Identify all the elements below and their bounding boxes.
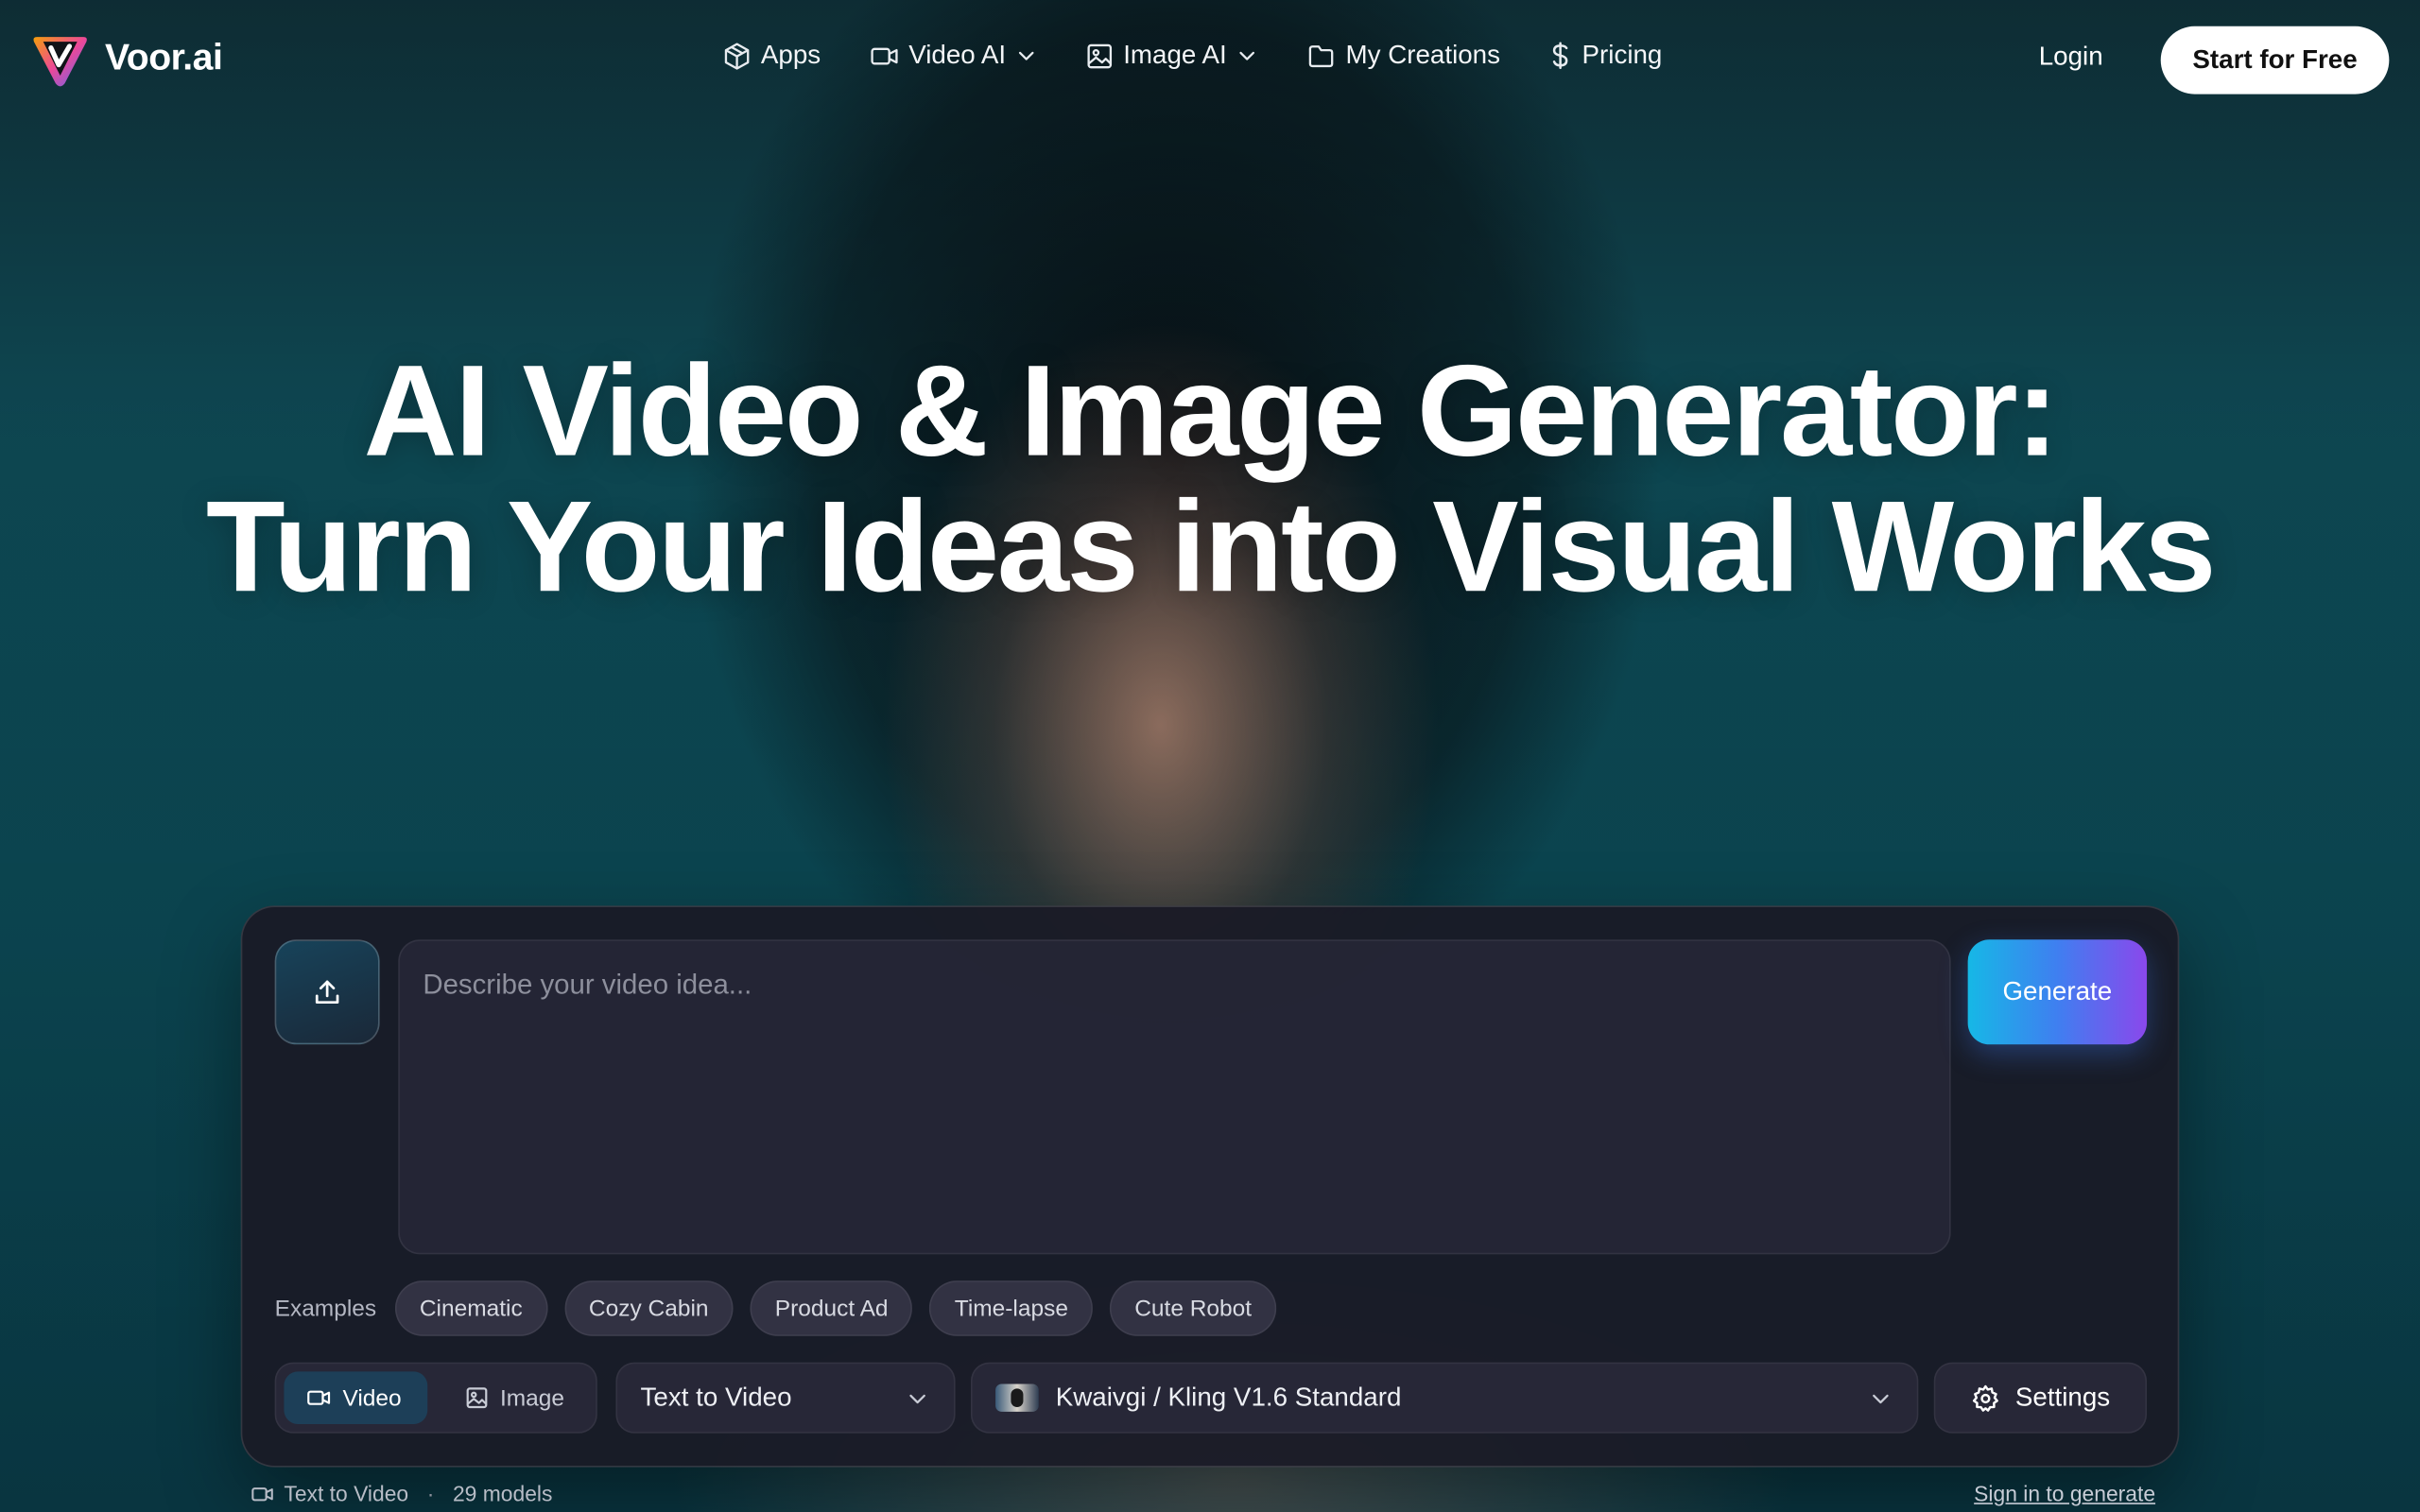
hero-heading: AI Video & Image Generator: Turn Your Id…: [0, 342, 2420, 613]
top-navbar: Voor.ai Apps Video AI Image AI My Creati…: [0, 0, 2420, 120]
image-icon: [1087, 43, 1112, 68]
nav-video-ai-label: Video AI: [908, 40, 1007, 70]
example-chip-cozy-cabin[interactable]: Cozy Cabin: [563, 1280, 734, 1336]
status-models-count: 29 models: [452, 1481, 553, 1506]
example-chip-product-ad[interactable]: Product Ad: [750, 1280, 913, 1336]
start-for-free-button[interactable]: Start for Free: [2160, 26, 2390, 94]
hero-title-line-2: Turn Your Ideas into Visual Works: [205, 473, 2217, 619]
video-camera-icon: [251, 1486, 273, 1501]
hero-title-line-1: AI Video & Image Generator:: [363, 337, 2059, 484]
mode-video-button[interactable]: Video: [284, 1371, 428, 1424]
chevron-down-icon: [1239, 51, 1254, 60]
model-thumbnail: [995, 1383, 1039, 1412]
dollar-icon: [1552, 42, 1568, 70]
nav-apps-label: Apps: [760, 40, 821, 70]
settings-label: Settings: [2014, 1382, 2111, 1412]
examples-label: Examples: [274, 1295, 377, 1322]
status-separator: ·: [426, 1481, 435, 1506]
mode-image-button[interactable]: Image: [443, 1371, 590, 1424]
image-icon: [466, 1387, 488, 1409]
nav-apps[interactable]: Apps: [722, 40, 821, 71]
nav-image-ai-label: Image AI: [1123, 40, 1227, 70]
chevron-down-icon: [1873, 1393, 1889, 1403]
example-chip-time-lapse[interactable]: Time-lapse: [929, 1280, 1094, 1336]
page-root: Voor.ai Apps Video AI Image AI My Creati…: [0, 0, 2420, 1512]
mode-video-label: Video: [342, 1384, 402, 1412]
chevron-down-icon: [909, 1393, 925, 1403]
nav-pricing[interactable]: Pricing: [1548, 40, 1663, 71]
brand-name: Voor.ai: [105, 37, 223, 79]
task-type-value: Text to Video: [640, 1382, 792, 1412]
sign-in-to-generate-link[interactable]: Sign in to generate: [1974, 1481, 2155, 1505]
upload-button[interactable]: [274, 939, 380, 1045]
example-chip-cinematic[interactable]: Cinematic: [394, 1280, 547, 1336]
model-select[interactable]: Kwaivgi / Kling V1.6 Standard: [970, 1362, 1919, 1434]
generation-status: Text to Video · 29 models: [250, 1481, 552, 1505]
prompt-input[interactable]: [398, 939, 1951, 1255]
gear-icon: [1972, 1384, 1998, 1411]
nav-image-ai[interactable]: Image AI: [1084, 40, 1257, 71]
box-icon: [724, 42, 750, 69]
media-type-toggle: Video Image: [274, 1362, 597, 1434]
folder-icon: [1308, 44, 1334, 67]
brand-logo-icon: [33, 37, 87, 87]
video-camera-icon: [871, 46, 898, 64]
generator-panel: Generate Examples Cinematic Cozy Cabin P…: [240, 905, 2180, 1468]
model-value: Kwaivgi / Kling V1.6 Standard: [1055, 1382, 1402, 1412]
generate-button[interactable]: Generate: [1967, 939, 2148, 1045]
status-mode-label: Text to Video: [284, 1481, 409, 1506]
task-type-select[interactable]: Text to Video: [615, 1362, 956, 1434]
chevron-down-icon: [1018, 51, 1034, 60]
nav-my-creations-label: My Creations: [1345, 40, 1500, 70]
login-link[interactable]: Login: [2039, 42, 2103, 73]
brand-link[interactable]: Voor.ai: [31, 27, 223, 89]
example-chip-cute-robot[interactable]: Cute Robot: [1110, 1280, 1277, 1336]
nav-my-creations[interactable]: My Creations: [1305, 40, 1500, 71]
upload-icon: [315, 980, 339, 1005]
settings-button[interactable]: Settings: [1933, 1362, 2148, 1434]
mode-image-label: Image: [499, 1384, 565, 1412]
nav-video-ai[interactable]: Video AI: [869, 40, 1037, 71]
nav-pricing-label: Pricing: [1582, 40, 1663, 70]
main-menu: Apps Video AI Image AI My Creations Pric…: [722, 40, 1710, 71]
video-camera-icon: [307, 1390, 331, 1405]
examples-row: Examples Cinematic Cozy Cabin Product Ad…: [275, 1280, 1294, 1336]
